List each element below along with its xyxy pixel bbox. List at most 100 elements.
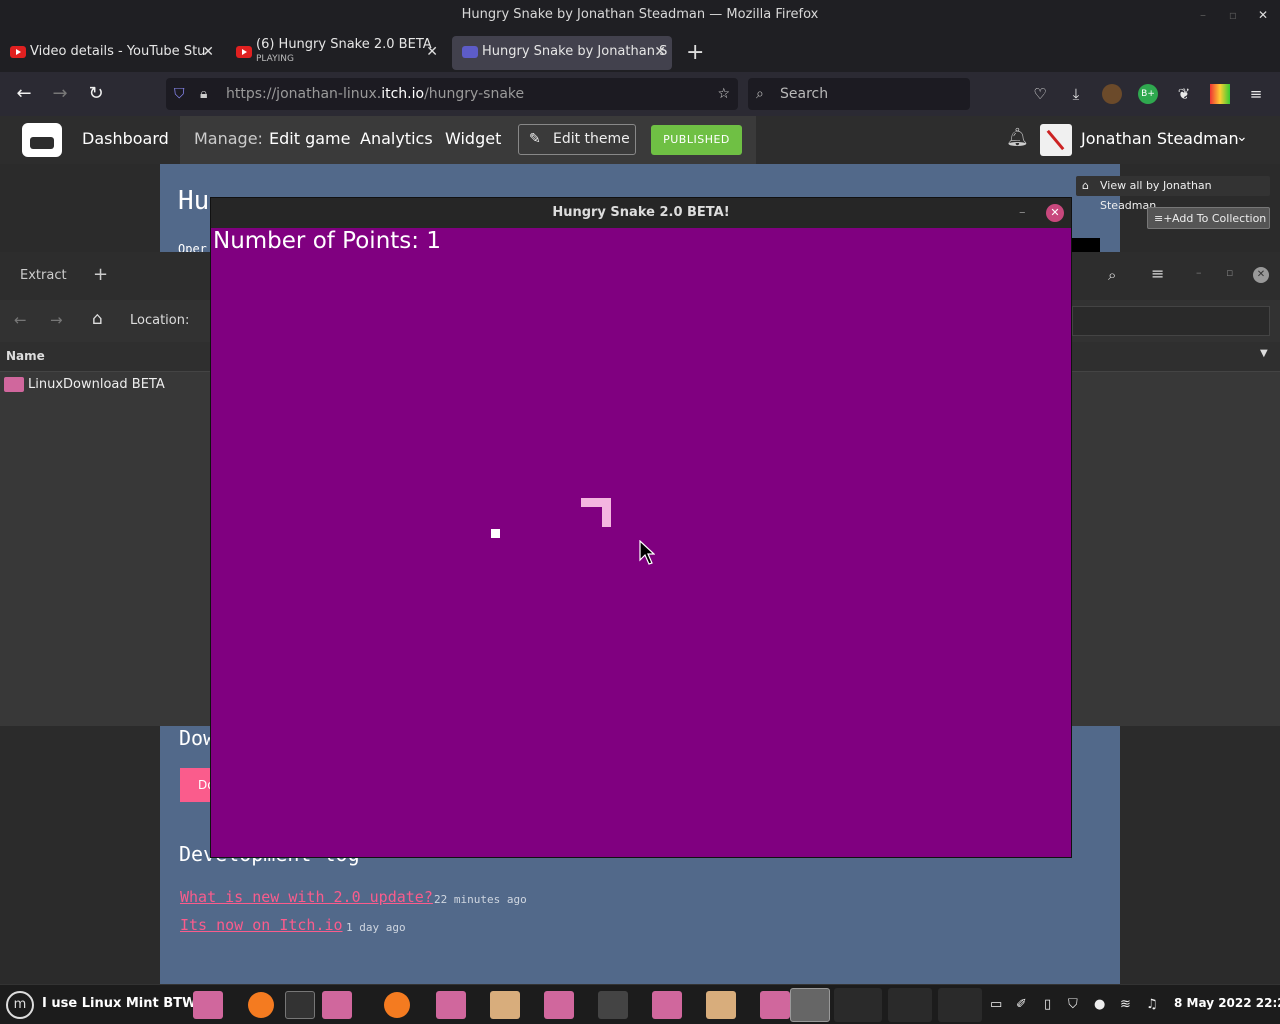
folder-icon[interactable] bbox=[760, 991, 790, 1019]
extension-color-icon[interactable] bbox=[1210, 84, 1230, 104]
workspace-3[interactable] bbox=[938, 988, 982, 1022]
edit-theme-button[interactable]: ✎ Edit theme bbox=[518, 124, 636, 155]
game-canvas[interactable]: Number of Points: 1 bbox=[211, 228, 1071, 857]
pocket-icon[interactable]: ♡ bbox=[1030, 84, 1050, 104]
back-icon[interactable]: ← bbox=[14, 311, 27, 329]
close-button[interactable]: ✕ bbox=[1253, 267, 1269, 283]
folder-icon[interactable] bbox=[544, 991, 574, 1019]
brush-icon: ✎ bbox=[529, 131, 541, 147]
home-icon[interactable]: ⌂ bbox=[92, 309, 103, 329]
user-name[interactable]: Jonathan Steadman bbox=[1081, 129, 1239, 148]
dashboard-link[interactable]: Dashboard bbox=[82, 129, 169, 148]
tab-youtube-studio[interactable]: Video details - YouTube Stu ✕ bbox=[0, 36, 220, 70]
workspace-2[interactable] bbox=[888, 988, 932, 1022]
devlog-post-link[interactable]: Its now on Itch.io bbox=[180, 916, 343, 934]
game-window: Hungry Snake 2.0 BETA! – ✕ Number of Poi… bbox=[210, 197, 1072, 858]
folder-icon[interactable] bbox=[652, 991, 682, 1019]
lock-icon[interactable]: 🔒︎ bbox=[200, 78, 207, 110]
sound-icon[interactable]: ♫ bbox=[1146, 997, 1158, 1012]
search-icon[interactable]: ⌕ bbox=[1108, 266, 1116, 284]
firefox-icon[interactable] bbox=[248, 992, 274, 1018]
points-counter: Number of Points: 1 bbox=[213, 228, 441, 254]
tracking-shield-icon[interactable]: ⛉ bbox=[174, 78, 185, 110]
game-title: Hu bbox=[178, 186, 210, 216]
folder-icon[interactable] bbox=[706, 991, 736, 1019]
firefox-icon[interactable] bbox=[384, 992, 410, 1018]
edit-theme-label: Edit theme bbox=[553, 131, 630, 147]
forward-icon[interactable]: → bbox=[50, 311, 63, 329]
manage-bar: Manage: Edit game Analytics Widget ✎ Edi… bbox=[180, 116, 756, 164]
black-bar bbox=[1070, 238, 1100, 252]
snake-segment bbox=[581, 498, 611, 507]
url-path: /hungry-snake bbox=[424, 86, 525, 102]
avatar[interactable] bbox=[1040, 124, 1072, 156]
itch-logo-icon[interactable] bbox=[22, 123, 62, 157]
bookmark-star-icon[interactable]: ☆ bbox=[717, 78, 730, 110]
view-all-button[interactable]: ⌂ View all by Jonathan Steadman bbox=[1076, 176, 1270, 212]
itch-header: Dashboard Manage: Edit game Analytics Wi… bbox=[0, 116, 1280, 164]
widget-link[interactable]: Widget bbox=[445, 129, 501, 148]
back-icon[interactable]: ← bbox=[12, 82, 36, 106]
game-window-titlebar: Hungry Snake 2.0 BETA! – ✕ bbox=[211, 198, 1071, 228]
clock[interactable]: 8 May 2022 22:29 bbox=[1174, 996, 1280, 1010]
notifications-bell-icon[interactable]: 🔔︎ bbox=[1006, 127, 1029, 148]
extension-gnome-icon[interactable]: ❦ bbox=[1174, 84, 1194, 104]
close-tab-icon[interactable]: ✕ bbox=[426, 36, 438, 68]
downloads-icon[interactable]: ⤓ bbox=[1066, 84, 1086, 104]
mint-menu-icon[interactable]: m bbox=[6, 991, 34, 1019]
terminal-icon[interactable] bbox=[285, 991, 315, 1019]
folder-icon[interactable] bbox=[322, 991, 352, 1019]
tab-extract[interactable]: Extract bbox=[20, 268, 67, 283]
maximize-button[interactable]: ▫ bbox=[1226, 8, 1240, 22]
extension-bplus-icon[interactable]: B+ bbox=[1138, 84, 1158, 104]
chevron-down-icon[interactable]: ▼ bbox=[1260, 348, 1268, 359]
new-tab-button[interactable]: + bbox=[93, 264, 108, 285]
close-tab-icon[interactable]: ✕ bbox=[654, 36, 666, 68]
minimize-button[interactable]: – bbox=[1196, 8, 1210, 22]
tab-playing-label: PLAYING bbox=[256, 54, 294, 64]
add-to-collection-button[interactable]: ≡+ Add To Collection bbox=[1147, 207, 1270, 229]
analytics-link[interactable]: Analytics bbox=[360, 129, 433, 148]
video-editor-icon[interactable] bbox=[598, 991, 628, 1019]
location-input[interactable] bbox=[1072, 306, 1270, 336]
shield-icon[interactable]: ⛉ bbox=[1068, 997, 1078, 1012]
column-name[interactable]: Name bbox=[6, 349, 45, 363]
maximize-button[interactable]: ▫ bbox=[1226, 266, 1233, 279]
clipboard-icon[interactable]: ▯ bbox=[1044, 997, 1051, 1012]
color-picker-icon[interactable]: ✐ bbox=[1016, 997, 1027, 1012]
menu-icon[interactable]: ≡ bbox=[1246, 84, 1266, 104]
close-tab-icon[interactable]: ✕ bbox=[202, 36, 214, 68]
add-list-icon: ≡+ bbox=[1154, 212, 1173, 225]
folder-icon[interactable] bbox=[436, 991, 466, 1019]
menu-label[interactable]: I use Linux Mint BTW! bbox=[42, 996, 202, 1011]
extension-icon[interactable] bbox=[1102, 84, 1122, 104]
chevron-down-icon[interactable]: ⌄ bbox=[1236, 129, 1248, 145]
devlog-post-time: 1 day ago bbox=[346, 921, 406, 934]
search-icon: ⌕ bbox=[756, 86, 764, 102]
file-list-item[interactable]: LinuxDownload BETA bbox=[0, 374, 210, 396]
close-button[interactable]: ✕ bbox=[1046, 204, 1064, 222]
close-button[interactable]: ✕ bbox=[1256, 8, 1270, 22]
devlog-post-link[interactable]: What is new with 2.0 update? bbox=[180, 888, 433, 906]
forward-icon[interactable]: → bbox=[48, 82, 72, 106]
tab-itch-hungry-snake[interactable]: Hungry Snake by Jonathan S ✕ bbox=[452, 36, 672, 70]
devlog-post-time: 22 minutes ago bbox=[434, 893, 527, 906]
url-bar[interactable]: ⛉ 🔒︎ https://jonathan-linux.itch.io/hung… bbox=[166, 78, 738, 110]
game-window-title: Hungry Snake 2.0 BETA! bbox=[552, 205, 730, 220]
display-icon[interactable]: ▭ bbox=[990, 997, 1002, 1012]
reload-icon[interactable]: ↻ bbox=[84, 82, 108, 106]
wifi-icon[interactable]: ≋ bbox=[1120, 997, 1131, 1012]
search-input[interactable]: ⌕ Search bbox=[748, 78, 970, 110]
published-badge[interactable]: PUBLISHED bbox=[651, 125, 742, 155]
folder-icon[interactable] bbox=[490, 991, 520, 1019]
user-icon[interactable]: ● bbox=[1094, 997, 1105, 1012]
menu-icon[interactable]: ≡ bbox=[1151, 264, 1164, 283]
minimize-button[interactable]: – bbox=[1196, 266, 1202, 279]
workspace-1[interactable] bbox=[834, 988, 882, 1022]
window-thumbnail[interactable] bbox=[790, 988, 830, 1022]
new-tab-button[interactable]: + bbox=[686, 40, 704, 65]
tab-hungry-snake-youtube[interactable]: (6) Hungry Snake 2.0 BETA PLAYING ✕ bbox=[226, 36, 444, 70]
edit-game-link[interactable]: Edit game bbox=[269, 129, 350, 148]
minimize-button[interactable]: – bbox=[1019, 198, 1026, 228]
folder-icon[interactable] bbox=[193, 991, 223, 1019]
